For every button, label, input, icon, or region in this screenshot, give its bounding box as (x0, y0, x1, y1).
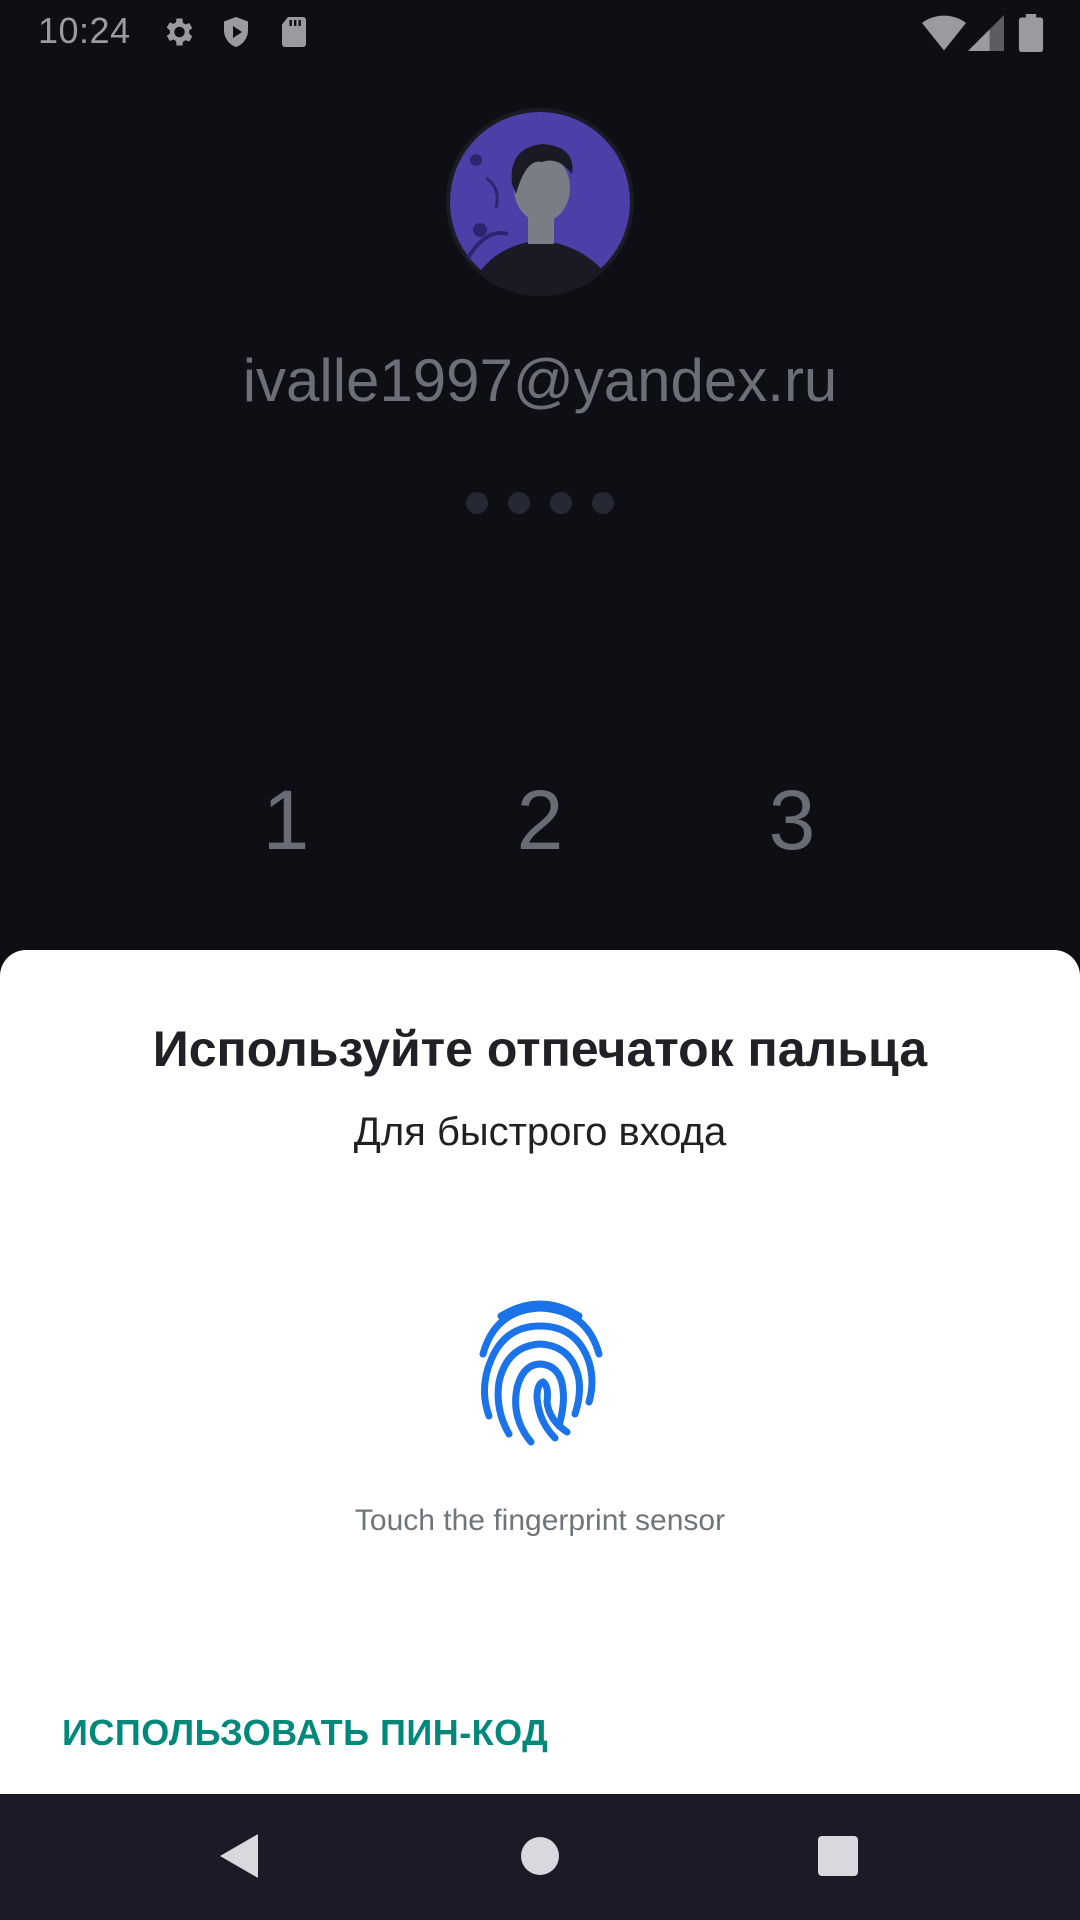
status-bar: 10:24 (0, 0, 1080, 64)
sheet-title: Используйте отпечаток пальца (152, 1021, 928, 1077)
avatar (446, 108, 634, 296)
gear-icon (166, 18, 193, 46)
use-pin-button[interactable]: ИСПОЛЬЗОВАТЬ ПИН-КОД (42, 1700, 568, 1766)
sheet-hint: Touch the fingerprint sensor (354, 1504, 726, 1537)
battery-icon (1018, 14, 1044, 52)
signal-icon (968, 15, 1004, 51)
navigation-bar (0, 1794, 1080, 1920)
avatar-illustration (450, 112, 630, 296)
pin-dot (550, 492, 572, 514)
pin-dot (508, 492, 530, 514)
sd-card-icon (282, 17, 306, 47)
fingerprint-icon (479, 1300, 603, 1446)
sheet-subtitle: Для быстрого входа (353, 1110, 727, 1154)
key-2[interactable]: 2 (480, 772, 600, 869)
keypad-row: 1 2 3 (0, 772, 1080, 868)
wifi-icon (922, 15, 966, 51)
fingerprint-bottom-sheet: Используйте отпечаток пальца Для быстрог… (0, 950, 1080, 1794)
home-icon[interactable] (510, 1826, 570, 1886)
recents-icon[interactable] (808, 1826, 868, 1886)
account-email: ivalle1997@yandex.ru (242, 347, 838, 414)
back-icon[interactable] (210, 1826, 270, 1886)
shield-icon (224, 17, 248, 47)
pin-indicator (0, 492, 1080, 516)
key-1[interactable]: 1 (226, 772, 346, 869)
pin-dot (592, 492, 614, 514)
key-3[interactable]: 3 (732, 772, 852, 869)
status-time: 10:24 (38, 10, 131, 51)
pin-dot (466, 492, 488, 514)
